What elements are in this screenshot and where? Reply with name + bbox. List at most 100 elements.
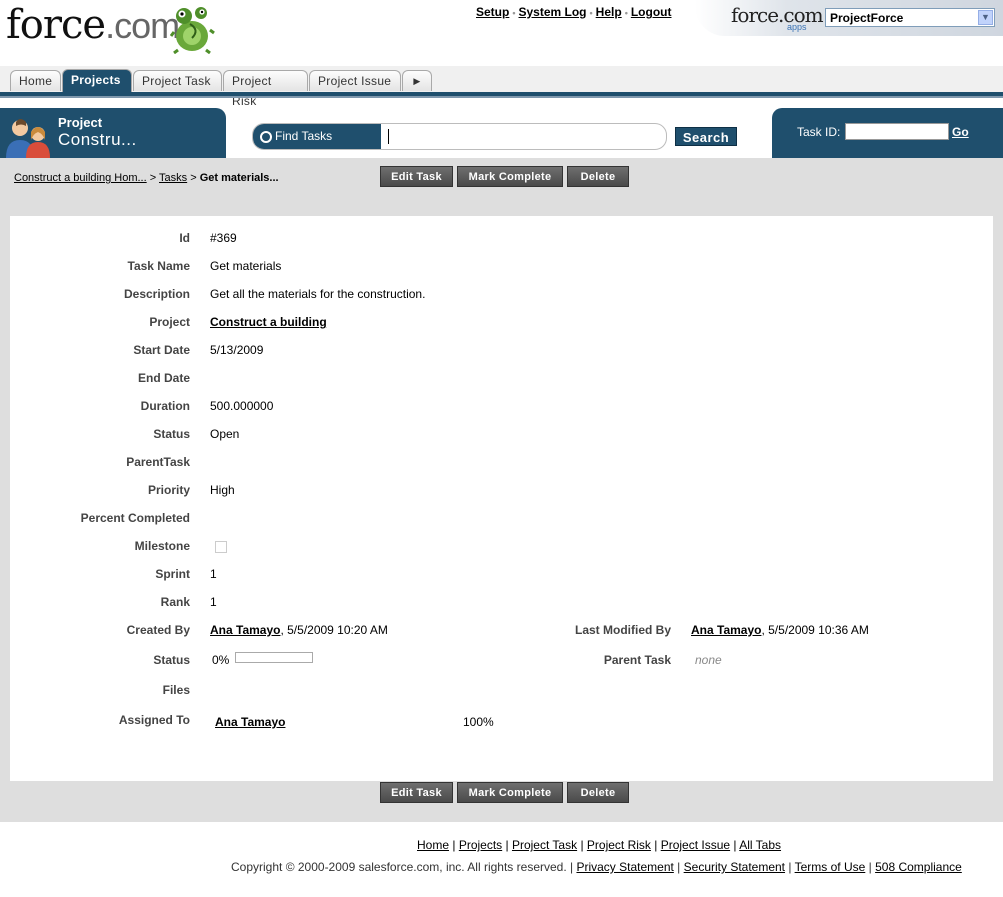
task-name-label: Task Name (127, 259, 190, 273)
breadcrumb-separator: > (149, 172, 157, 184)
description-value: Get all the materials for the constructi… (210, 287, 426, 301)
find-tasks-text: Find Tasks (275, 129, 333, 143)
breadcrumb: Construct a building Hom... > Tasks > Ge… (14, 172, 279, 184)
delete-button-bottom[interactable]: Delete (567, 782, 629, 803)
app-select-value: ProjectForce (830, 11, 904, 25)
tab-label: Home (19, 74, 53, 88)
tab-label: Project Issue (318, 74, 392, 88)
edit-task-button-bottom[interactable]: Edit Task (380, 782, 453, 803)
app-switcher-area: force.com apps ProjectForce ▼ (695, 0, 1003, 36)
task-id-input[interactable] (845, 123, 949, 140)
project-field-label: Project (149, 315, 190, 329)
tab-label: Projects (71, 73, 121, 87)
search-icon (260, 131, 272, 143)
footer-link-project-task[interactable]: Project Task (512, 838, 577, 852)
search-bar[interactable]: Find Tasks (252, 123, 667, 150)
status-value: Open (210, 427, 240, 441)
top-links: Setup • System Log • Help • Logout (476, 5, 672, 19)
milestone-label: Milestone (134, 539, 190, 553)
tab-label: Project Risk (232, 74, 272, 108)
status-progress-percent: 0% (212, 653, 230, 667)
id-value: #369 (210, 231, 237, 245)
header: force.com Setup • System Log • Help • Logout f… (0, 0, 1003, 66)
project-name: Constru... (58, 130, 137, 149)
app-logo-text: force.com (731, 3, 824, 27)
copyright: Copyright © 2000-2009 salesforce.com, in… (231, 860, 962, 874)
id-label: Id (179, 231, 190, 245)
rank-label: Rank (160, 595, 190, 609)
tab-underline-shadow (0, 96, 1003, 98)
footer-link-project-risk[interactable]: Project Risk (587, 838, 651, 852)
parent-task-summary-label: Parent Task (603, 653, 671, 667)
project-link[interactable]: Construct a building (210, 315, 327, 329)
footer-link-projects[interactable]: Projects (459, 838, 502, 852)
created-by-date: , 5/5/2009 10:20 AM (280, 623, 388, 637)
content-area: Construct a building Hom... > Tasks > Ge… (0, 158, 1003, 822)
tab-projects[interactable]: Projects (62, 69, 132, 92)
go-button[interactable]: Go (952, 125, 969, 139)
task-name-value: Get materials (210, 259, 282, 273)
force-apps-logo: force.com apps (731, 3, 824, 32)
sprint-value: 1 (210, 567, 217, 581)
sprint-label: Sprint (155, 567, 190, 581)
search-button[interactable]: Search (675, 127, 737, 146)
compliance-508-link[interactable]: 508 Compliance (875, 860, 962, 874)
mark-complete-button[interactable]: Mark Complete (457, 166, 563, 187)
project-header: Project Constru... (0, 108, 226, 158)
force-logo[interactable]: force.com (6, 2, 180, 48)
tab-project-risk[interactable]: Project Risk (223, 70, 308, 108)
delete-button[interactable]: Delete (567, 166, 629, 187)
app-logo-sub: apps (787, 22, 807, 32)
breadcrumb-project-link[interactable]: Construct a building Hom... (14, 172, 147, 184)
duration-value: 500.000000 (210, 399, 274, 413)
footer-link-project-issue[interactable]: Project Issue (661, 838, 730, 852)
status-progress-label: Status (153, 653, 190, 667)
logo-ext: .com (105, 5, 180, 46)
tab-bar: Home Projects Project Task Project Risk … (0, 66, 1003, 108)
tab-home[interactable]: Home (10, 70, 61, 91)
chevron-down-icon[interactable]: ▼ (978, 10, 993, 25)
priority-value: High (210, 483, 235, 497)
footer-link-all-tabs[interactable]: All Tabs (739, 838, 781, 852)
breadcrumb-current: Get materials... (199, 172, 279, 184)
gecko-mascot-icon (170, 7, 215, 54)
description-label: Description (123, 287, 190, 301)
copyright-text: Copyright © 2000-2009 salesforce.com, in… (231, 860, 574, 874)
edit-task-button[interactable]: Edit Task (380, 166, 453, 187)
duration-label: Duration (140, 399, 190, 413)
footer-nav: Home | Projects | Project Task | Project… (417, 838, 782, 852)
breadcrumb-tasks-link[interactable]: Tasks (159, 172, 187, 184)
people-icon (6, 119, 50, 158)
tab-project-issue[interactable]: Project Issue (309, 70, 401, 91)
parent-task-summary-value: none (695, 653, 722, 667)
setup-link[interactable]: Setup (476, 5, 509, 19)
footer-link-home[interactable]: Home (417, 838, 449, 852)
end-date-label: End Date (137, 371, 190, 385)
search-input[interactable] (388, 129, 389, 144)
logout-link[interactable]: Logout (631, 5, 672, 19)
created-by-user-link[interactable]: Ana Tamayo (210, 623, 280, 637)
tab-project-task[interactable]: Project Task (133, 70, 222, 91)
terms-of-use-link[interactable]: Terms of Use (795, 860, 866, 874)
assigned-user-link[interactable]: Ana Tamayo (215, 715, 285, 729)
start-date-label: Start Date (133, 343, 190, 357)
more-tabs-arrow-icon[interactable]: ▶ (402, 70, 432, 91)
files-label: Files (162, 683, 190, 697)
security-statement-link[interactable]: Security Statement (684, 860, 785, 874)
milestone-checkbox (215, 541, 227, 553)
last-modified-date: , 5/5/2009 10:36 AM (761, 623, 869, 637)
rank-value: 1 (210, 595, 217, 609)
app-select[interactable]: ProjectForce ▼ (825, 8, 995, 27)
mark-complete-button-bottom[interactable]: Mark Complete (457, 782, 563, 803)
privacy-statement-link[interactable]: Privacy Statement (576, 860, 673, 874)
logo-word: force (6, 2, 106, 48)
system-log-link[interactable]: System Log (519, 5, 587, 19)
task-id-lookup: Task ID: Go (772, 108, 1003, 158)
start-date-value: 5/13/2009 (210, 343, 264, 357)
priority-label: Priority (147, 483, 190, 497)
last-modified-user-link[interactable]: Ana Tamayo (691, 623, 761, 637)
find-tasks-label: Find Tasks (253, 124, 381, 149)
help-link[interactable]: Help (596, 5, 622, 19)
footer: Home | Projects | Project Task | Project… (0, 822, 1003, 897)
percent-completed-label: Percent Completed (80, 511, 190, 525)
